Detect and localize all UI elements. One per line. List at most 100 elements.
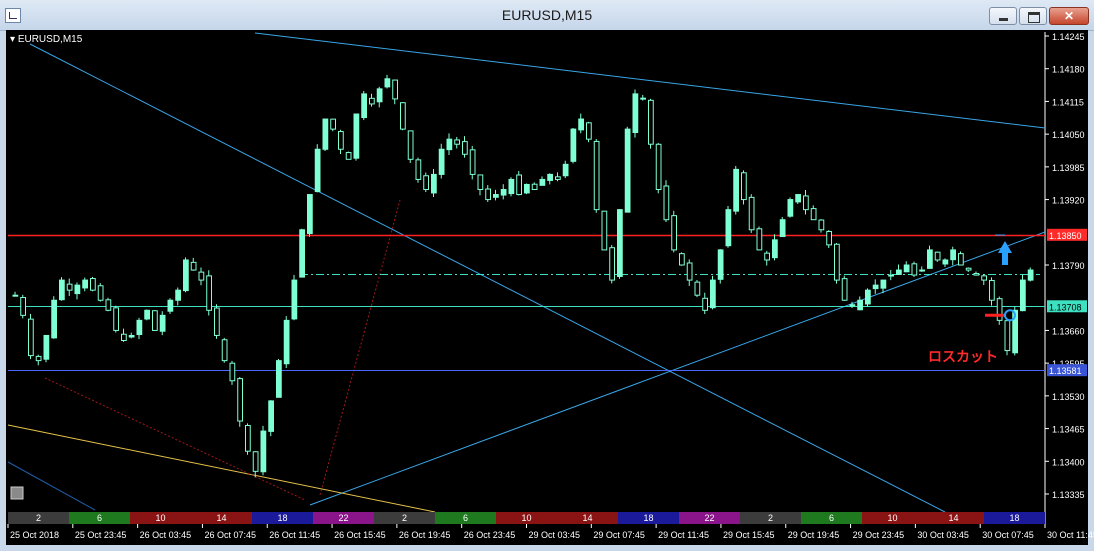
- candle-body: [128, 334, 135, 338]
- candle-body: [562, 163, 569, 177]
- candle-body: [283, 319, 290, 365]
- candle-body: [927, 249, 933, 269]
- candle-body: [167, 299, 174, 312]
- candle-body: [245, 424, 251, 452]
- price-tick-label: 1.13920: [1052, 196, 1085, 206]
- candle-body: [694, 281, 701, 296]
- candle-body: [981, 275, 987, 281]
- candle-body: [12, 294, 19, 297]
- session-hour-label: 18: [1009, 513, 1019, 523]
- session-hour-label: 22: [704, 513, 714, 523]
- price-tick-label: 1.13985: [1052, 163, 1085, 173]
- time-axis-label: 25 Oct 23:45: [75, 530, 127, 540]
- candle-body: [624, 128, 631, 213]
- session-hour-label: 14: [216, 513, 226, 523]
- candle-body: [748, 196, 755, 231]
- time-axis-label: 30 Oct 11:45: [1047, 530, 1094, 540]
- price-tag-label: 1.13850: [1049, 231, 1082, 241]
- candle-body: [810, 208, 817, 221]
- session-hour-label: 14: [582, 513, 592, 523]
- candle-body: [198, 271, 205, 281]
- candle-body: [1020, 279, 1026, 312]
- candle-body: [655, 143, 662, 191]
- candle-body: [369, 97, 375, 105]
- candle-body: [121, 333, 127, 341]
- time-axis-label: 29 Oct 03:45: [529, 530, 581, 540]
- session-hour-label: 10: [155, 513, 165, 523]
- session-hour-label: 6: [463, 513, 468, 523]
- candle-body: [469, 149, 476, 175]
- candle-body: [888, 274, 894, 277]
- candle-body: [314, 148, 321, 193]
- candle-body: [741, 172, 747, 201]
- symbol-label[interactable]: EURUSD,M15: [10, 34, 82, 45]
- candle-body: [1027, 269, 1034, 281]
- session-hour-label: 2: [402, 513, 407, 523]
- candle-body: [268, 400, 274, 432]
- candle-body: [524, 183, 530, 194]
- descending-trendline[interactable]: [29, 43, 946, 513]
- candle-body: [872, 284, 879, 290]
- candle-body: [353, 113, 360, 159]
- session-hour-label: 22: [338, 513, 348, 523]
- candle-body: [59, 279, 65, 301]
- scroll-shift-icon[interactable]: [10, 486, 24, 500]
- candle-body: [82, 279, 88, 289]
- candle-body: [686, 262, 693, 281]
- candle-body: [214, 307, 220, 336]
- candle-body: [989, 279, 995, 301]
- bottom-left-trendline[interactable]: [7, 461, 96, 511]
- red-dotted-line-rise: [319, 199, 401, 496]
- session-hour-label: 2: [768, 513, 773, 523]
- candle-body: [834, 243, 840, 281]
- candle-body: [826, 231, 832, 246]
- candle-body: [384, 78, 391, 88]
- time-axis-label: 26 Oct 19:45: [399, 530, 451, 540]
- price-tick-label: 1.13790: [1052, 261, 1085, 271]
- candle-body: [175, 289, 181, 301]
- session-hour-label: 6: [829, 513, 834, 523]
- candle-body: [818, 219, 825, 231]
- time-axis-label: 26 Oct 11:45: [269, 530, 320, 540]
- candle-body: [74, 284, 81, 295]
- candle-body: [717, 249, 724, 280]
- candle-body: [555, 176, 561, 180]
- candle-body: [322, 118, 329, 150]
- ascending-trendline[interactable]: [309, 231, 1046, 506]
- time-axis-label: 29 Oct 15:45: [723, 530, 775, 540]
- price-tick-label: 1.13530: [1052, 392, 1085, 402]
- yellow-trendline[interactable]: [7, 424, 436, 513]
- candle-body: [500, 189, 507, 196]
- candle-body: [152, 310, 158, 331]
- candle-body: [299, 229, 305, 278]
- candle-body: [462, 141, 468, 155]
- time-axis-label: 26 Oct 07:45: [204, 530, 256, 540]
- session-hour-label: 10: [521, 513, 531, 523]
- price-tick-label: 1.14245: [1052, 32, 1085, 42]
- candle-body: [710, 279, 716, 309]
- price-tick-label: 1.13660: [1052, 326, 1085, 336]
- candle-body: [113, 307, 119, 331]
- candle-body: [911, 263, 918, 276]
- price-tick-label: 1.13465: [1052, 425, 1085, 435]
- price-chart[interactable]: 1.14245 1.14180 1.14115 1.14050 1.13985 1.139…: [0, 0, 1094, 551]
- candle-body: [648, 99, 654, 145]
- candle-body: [407, 130, 414, 160]
- candle-body: [338, 131, 344, 150]
- candle-body: [586, 122, 592, 140]
- candle-body: [20, 297, 26, 316]
- candle-body: [446, 138, 453, 151]
- candle-body: [671, 215, 677, 251]
- candle-body: [996, 298, 1003, 321]
- candle-body: [958, 253, 964, 266]
- candle-body: [640, 97, 646, 100]
- candle-body: [725, 209, 732, 247]
- candle-body: [90, 278, 96, 291]
- candle-body: [159, 314, 166, 332]
- candle-body: [857, 299, 863, 311]
- candle-body: [493, 194, 499, 198]
- candle-body: [454, 139, 460, 145]
- price-tick-label: 1.14180: [1052, 65, 1085, 75]
- candle-body: [376, 88, 383, 103]
- candle-body: [43, 334, 50, 360]
